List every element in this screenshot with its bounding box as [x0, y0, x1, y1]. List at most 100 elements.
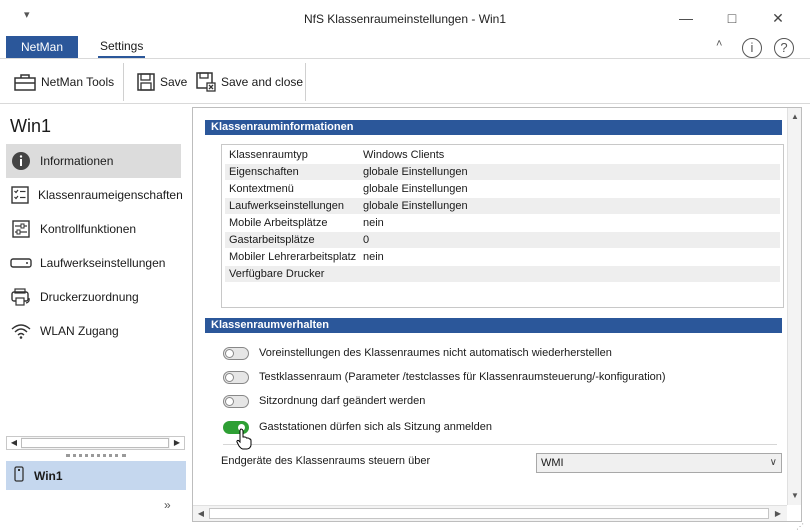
- content-horizontal-scrollbar[interactable]: ◀ ▶: [193, 505, 787, 521]
- control-method-select[interactable]: WMI ∨: [536, 453, 782, 473]
- table-row: Eigenschaften globale Einstellungen: [225, 164, 780, 180]
- section-header-info: Klassenrauminformationen: [205, 120, 782, 135]
- toggle-label: Sitzordnung darf geändert werden: [259, 395, 426, 407]
- scroll-down-icon[interactable]: ▼: [788, 489, 802, 503]
- scroll-right-icon[interactable]: ▶: [170, 437, 184, 449]
- tab-settings[interactable]: Settings: [98, 36, 146, 58]
- maximize-button[interactable]: □: [720, 8, 744, 28]
- scrollbar-thumb[interactable]: [209, 508, 769, 519]
- sliders-icon: [10, 218, 32, 240]
- scroll-up-icon[interactable]: ▲: [788, 110, 802, 124]
- row-key: Eigenschaften: [229, 166, 299, 178]
- toolbar: NetMan Tools Save Save and close: [0, 58, 810, 104]
- table-row: Mobiler Lehrerarbeitsplatz nein: [225, 249, 780, 265]
- info-table: Klassenraumtyp Windows Clients Eigenscha…: [221, 144, 784, 308]
- toggle-row: Gaststationen dürfen sich als Sitzung an…: [223, 419, 492, 435]
- checklist-icon: [10, 184, 30, 206]
- row-key: Klassenraumtyp: [229, 149, 308, 161]
- row-value: nein: [363, 217, 384, 229]
- sidebar-item-label: WLAN Zugang: [40, 324, 119, 338]
- row-value: globale Einstellungen: [363, 200, 468, 212]
- sidebar-item-kontrollfunktionen[interactable]: Kontrollfunktionen: [6, 212, 181, 246]
- save-close-icon: [196, 72, 216, 92]
- title-bar: ▾ NfS Klassenraumeinstellungen - Win1 — …: [0, 0, 810, 36]
- scroll-left-icon[interactable]: ◀: [7, 437, 21, 449]
- scroll-left-icon[interactable]: ◀: [194, 507, 208, 521]
- table-row: Gastarbeitsplätze 0: [225, 232, 780, 248]
- resize-grip-icon[interactable]: ⋰: [796, 522, 804, 531]
- row-key: Mobiler Lehrerarbeitsplatz: [229, 251, 357, 263]
- toggle-test-classroom[interactable]: [223, 370, 249, 384]
- row-key: Laufwerkseinstellungen: [229, 200, 344, 212]
- sidebar-title: Win1: [10, 116, 52, 136]
- toggle-row: Sitzordnung darf geändert werden: [223, 393, 425, 409]
- help-icon[interactable]: ?: [774, 38, 794, 58]
- toggle-label: Testklassenraum (Parameter /testclasses …: [259, 371, 666, 383]
- toggle-seating-editable[interactable]: [223, 394, 249, 408]
- toolbar-separator: [123, 63, 124, 101]
- sidebar-item-label: Kontrollfunktionen: [40, 222, 137, 236]
- row-value: nein: [363, 251, 384, 263]
- save-icon: [137, 73, 155, 91]
- info-icon[interactable]: i: [742, 38, 762, 58]
- netman-tools-label: NetMan Tools: [41, 75, 115, 89]
- row-value: globale Einstellungen: [363, 166, 468, 178]
- splitter-grip[interactable]: [66, 454, 126, 457]
- hand-cursor-icon: [236, 428, 252, 453]
- sidebar-item-label: Druckerzuordnung: [40, 290, 139, 304]
- save-button[interactable]: Save: [137, 69, 187, 95]
- row-key: Mobile Arbeitsplätze: [229, 217, 328, 229]
- table-row: Mobile Arbeitsplätze nein: [225, 215, 780, 231]
- row-key: Kontextmenü: [229, 183, 294, 195]
- expand-more-icon[interactable]: »: [164, 498, 171, 512]
- left-pane: Win1 Informationen Klassenraumeigenschaf…: [0, 104, 190, 532]
- minimize-button[interactable]: —: [674, 8, 698, 28]
- selected-classroom-item[interactable]: Win1: [6, 461, 186, 490]
- tab-netman[interactable]: NetMan: [6, 36, 78, 58]
- control-method-label: Endgeräte des Klassenraums steuern über: [221, 455, 431, 467]
- toggle-label: Gaststationen dürfen sich als Sitzung an…: [259, 421, 492, 433]
- sidebar-horizontal-scrollbar[interactable]: ◀ ▶: [6, 436, 185, 450]
- sidebar-item-label: Klassenraumeigenschaften: [38, 188, 183, 202]
- sidebar-item-label: Laufwerkseinstellungen: [40, 256, 166, 270]
- close-button[interactable]: ✕: [766, 8, 790, 28]
- save-label: Save: [160, 75, 188, 89]
- toolbar-separator: [305, 63, 306, 101]
- printer-icon: [10, 286, 32, 308]
- row-value: 0: [363, 234, 370, 246]
- divider: [223, 444, 777, 445]
- scrollbar-thumb[interactable]: [21, 438, 169, 448]
- collapse-ribbon-icon[interactable]: ˄: [716, 38, 722, 50]
- table-row: Verfügbare Drucker: [225, 266, 780, 282]
- toggle-row: Testklassenraum (Parameter /testclasses …: [223, 369, 666, 385]
- netman-tools-button[interactable]: NetMan Tools: [14, 69, 114, 95]
- sidebar-item-klassenraumeigenschaften[interactable]: Klassenraumeigenschaften: [6, 178, 183, 212]
- selected-classroom-label: Win1: [34, 468, 63, 483]
- sidebar-nav: Informationen Klassenraumeigenschaften K…: [6, 144, 183, 348]
- sidebar-item-wlan-zugang[interactable]: WLAN Zugang: [6, 314, 181, 348]
- drive-icon: [10, 252, 32, 274]
- main-content: Klassenrauminformationen Klassenraumtyp …: [192, 107, 802, 522]
- ribbon-tabs: NetMan Settings ˄ i ?: [0, 36, 810, 58]
- row-key: Gastarbeitsplätze: [229, 234, 315, 246]
- section-header-behavior: Klassenraumverhalten: [205, 318, 782, 333]
- table-row: Laufwerkseinstellungen globale Einstellu…: [225, 198, 780, 214]
- wifi-icon: [10, 320, 32, 342]
- sidebar-item-druckerzuordnung[interactable]: Druckerzuordnung: [6, 280, 181, 314]
- save-and-close-button[interactable]: Save and close: [196, 69, 303, 95]
- device-icon: [14, 466, 24, 485]
- toggle-no-auto-restore[interactable]: [223, 346, 249, 360]
- row-value: [361, 266, 780, 282]
- control-method-value: WMI: [541, 457, 564, 469]
- row-value: globale Einstellungen: [363, 183, 468, 195]
- sidebar-item-laufwerkseinstellungen[interactable]: Laufwerkseinstellungen: [6, 246, 181, 280]
- toggle-knob: [225, 396, 234, 406]
- scroll-right-icon[interactable]: ▶: [771, 507, 785, 521]
- save-and-close-label: Save and close: [221, 75, 304, 89]
- sidebar-item-label: Informationen: [40, 154, 114, 168]
- sidebar-item-informationen[interactable]: Informationen: [6, 144, 181, 178]
- table-row: Klassenraumtyp Windows Clients: [225, 147, 780, 163]
- chevron-down-icon: ∨: [769, 457, 777, 468]
- toolbox-icon: [14, 72, 36, 92]
- content-vertical-scrollbar[interactable]: ▲ ▼: [787, 108, 801, 505]
